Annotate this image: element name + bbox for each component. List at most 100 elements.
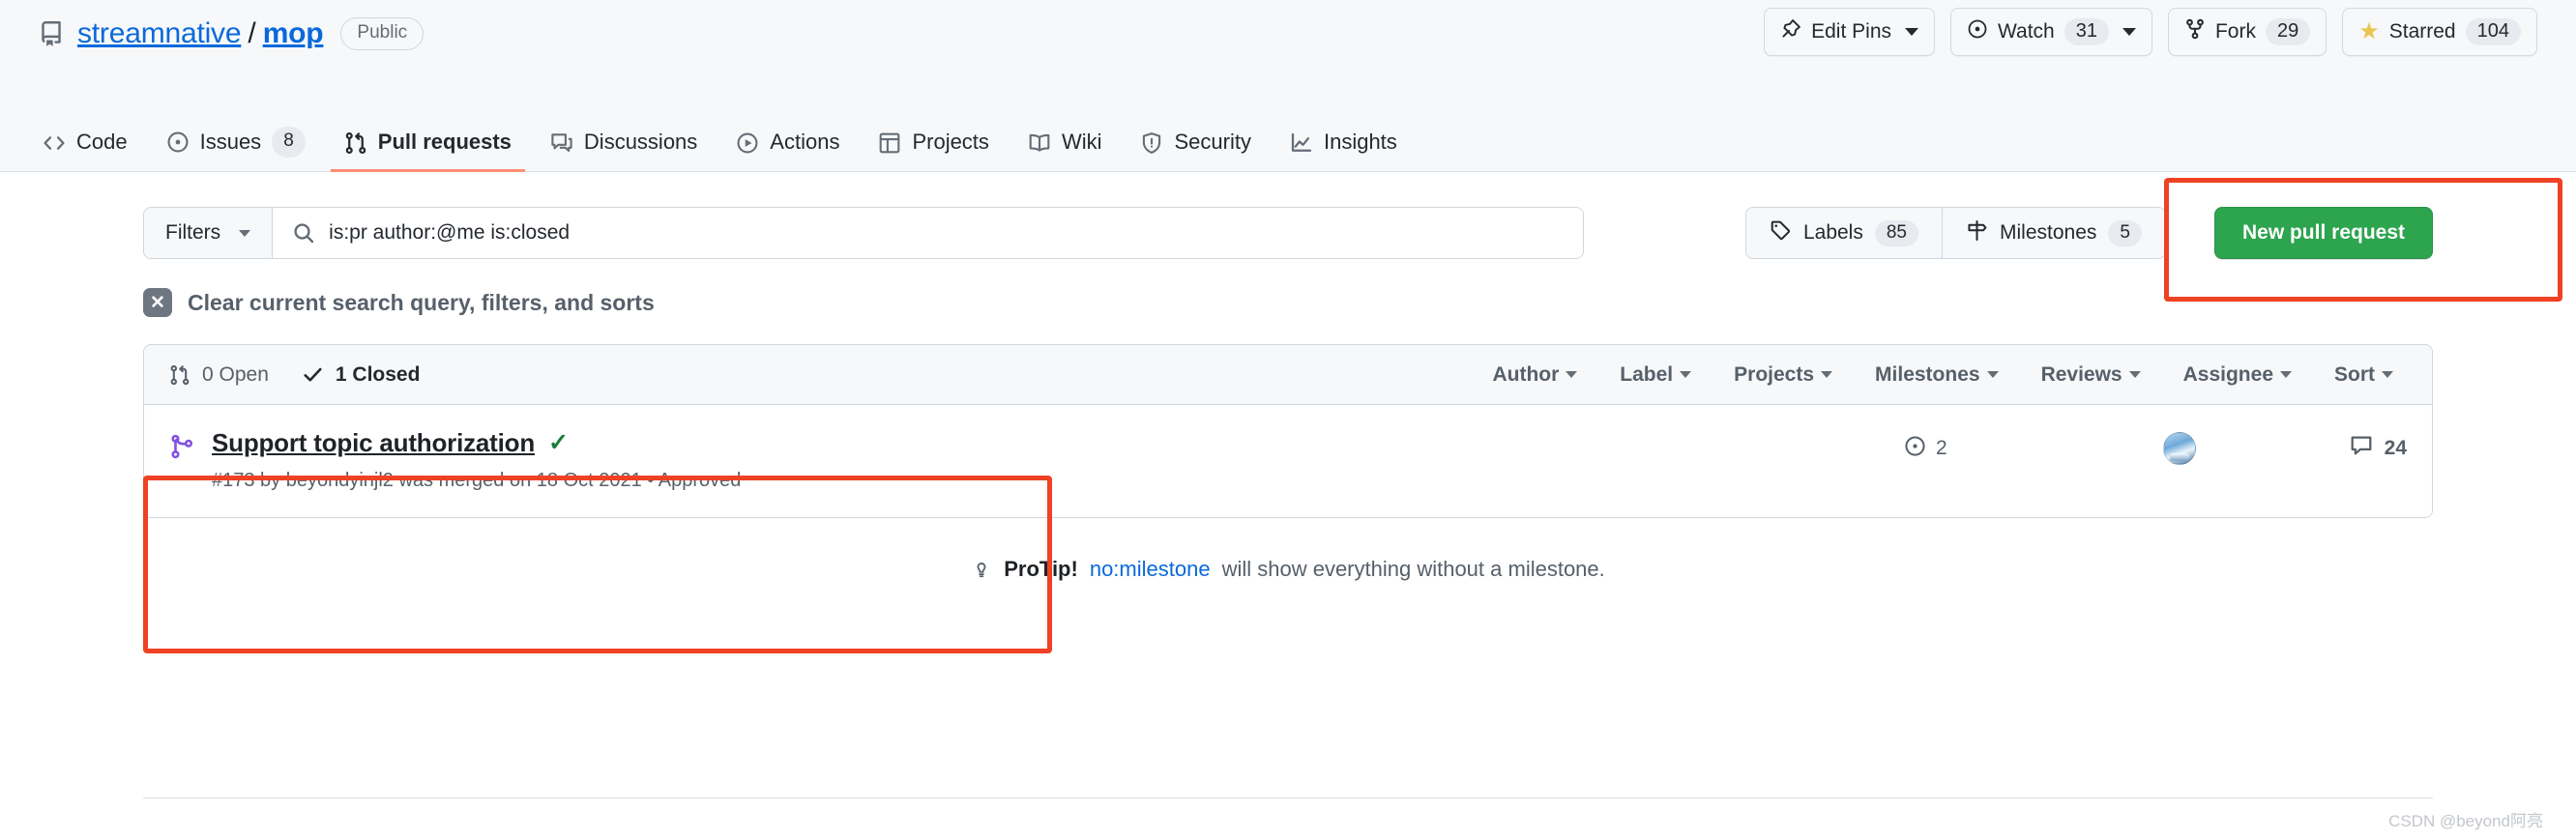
filters-label: Filters [165, 221, 220, 245]
git-pull-request-icon [169, 364, 190, 386]
new-pull-request-button[interactable]: New pull request [2214, 207, 2433, 259]
linked-tasks[interactable]: 2 [1904, 435, 2088, 463]
nav-label-actions: Actions [770, 128, 839, 158]
closed-state-label: 1 Closed [336, 363, 421, 387]
projects-dropdown-label: Projects [1734, 363, 1814, 387]
nav-tab-security[interactable]: Security [1127, 116, 1264, 172]
assignee-dropdown-label: Assignee [2183, 363, 2273, 387]
chevron-down-icon [2129, 371, 2141, 378]
nav-label-code: Code [76, 128, 128, 158]
nav-label-insights: Insights [1324, 128, 1397, 158]
repository-actions: Edit Pins Watch 31 [1764, 4, 2537, 60]
graph-icon [1290, 131, 1313, 155]
search-bar: Filters [143, 207, 1584, 259]
nav-tab-code[interactable]: Code [29, 116, 141, 172]
nav-tab-projects[interactable]: Projects [864, 116, 1002, 172]
comment-discussion-icon [550, 131, 573, 155]
check-icon [302, 363, 324, 386]
closed-state-filter[interactable]: 1 Closed [302, 363, 421, 387]
protip: ProTip! no:milestone will show everythin… [143, 557, 2433, 582]
milestones-dropdown[interactable]: Milestones [1875, 363, 1999, 387]
open-state-filter[interactable]: 0 Open [169, 363, 269, 387]
repository-header: streamnative / mop Public Edit Pins W [0, 0, 2576, 172]
chevron-down-icon[interactable] [2122, 28, 2136, 36]
assignee-dropdown[interactable]: Assignee [2183, 363, 2292, 387]
fork-label: Fork [2215, 20, 2256, 43]
close-icon[interactable]: ✕ [143, 288, 172, 317]
author-dropdown-label: Author [1492, 363, 1559, 387]
labels-button[interactable]: Labels 85 [1746, 208, 1942, 258]
watch-button[interactable]: Watch 31 [1950, 8, 2152, 56]
code-icon [43, 131, 66, 155]
watermark: CSDN @beyond阿亮 [2388, 807, 2543, 831]
nav-label-security: Security [1174, 128, 1250, 158]
nav-tab-insights[interactable]: Insights [1276, 116, 1411, 172]
pull-request-title-link[interactable]: Support topic authorization [212, 428, 535, 458]
footer-divider [143, 797, 2433, 798]
comment-icon [2350, 434, 2373, 463]
search-field[interactable] [273, 208, 1583, 258]
git-pull-request-icon [344, 131, 367, 155]
filters-dropdown-button[interactable]: Filters [144, 208, 273, 258]
repo-owner-link[interactable]: streamnative [77, 17, 241, 50]
milestone-icon [1966, 219, 1988, 247]
watch-label: Watch [1998, 20, 2055, 43]
edit-pins-button[interactable]: Edit Pins [1764, 8, 1935, 56]
milestones-label: Milestones [2000, 221, 2096, 245]
search-input[interactable] [329, 221, 1564, 245]
starred-button[interactable]: ★ Starred 104 [2342, 8, 2537, 56]
reviews-dropdown-label: Reviews [2041, 363, 2122, 387]
nav-tab-actions[interactable]: Actions [722, 116, 853, 172]
nav-tab-issues[interactable]: Issues 8 [153, 115, 319, 172]
book-icon [1028, 131, 1051, 155]
table-row[interactable]: Support topic authorization ✓ #173 by be… [144, 405, 2432, 517]
sort-dropdown[interactable]: Sort [2334, 363, 2393, 387]
watch-count: 31 [2064, 18, 2109, 45]
chevron-down-icon [1821, 371, 1832, 378]
milestones-count: 5 [2108, 220, 2142, 246]
chevron-down-icon [1680, 371, 1691, 378]
avatar[interactable] [2163, 432, 2196, 465]
checks-passed-icon: ✓ [548, 431, 569, 455]
edit-pins-label: Edit Pins [1811, 20, 1891, 43]
author-dropdown[interactable]: Author [1492, 363, 1577, 387]
projects-dropdown[interactable]: Projects [1734, 363, 1832, 387]
comment-count-link[interactable]: 24 [2271, 434, 2407, 463]
nav-tab-discussions[interactable]: Discussions [537, 116, 711, 172]
chevron-down-icon[interactable] [1905, 28, 1918, 36]
eye-icon [1967, 18, 1988, 45]
reviews-dropdown[interactable]: Reviews [2041, 363, 2141, 387]
right-controls: Labels 85 Milestones 5 New pull request [1745, 207, 2433, 259]
nav-tab-pull-requests[interactable]: Pull requests [331, 116, 525, 172]
open-state-label: 0 Open [202, 363, 269, 387]
chevron-down-icon [239, 230, 250, 237]
fork-button[interactable]: Fork 29 [2168, 8, 2327, 56]
search-icon [292, 221, 315, 245]
tag-icon [1770, 219, 1792, 247]
fork-count: 29 [2266, 18, 2310, 45]
nav-label-pull-requests: Pull requests [378, 128, 512, 158]
milestones-button[interactable]: Milestones 5 [1942, 208, 2165, 258]
label-dropdown[interactable]: Label [1620, 363, 1691, 387]
nav-count-issues: 8 [272, 127, 306, 158]
starred-count: 104 [2466, 18, 2521, 45]
table-icon [878, 131, 901, 155]
repo-name-link[interactable]: mop [263, 17, 324, 50]
labels-count: 85 [1875, 220, 1918, 246]
filter-row: Filters [143, 207, 2433, 259]
labels-milestones-group: Labels 85 Milestones 5 [1745, 207, 2166, 259]
pull-request-list: 0 Open 1 Closed Author Labe [143, 344, 2433, 518]
clear-search-label[interactable]: Clear current search query, filters, and… [188, 290, 655, 316]
pull-request-title-line: Support topic authorization ✓ [212, 428, 1904, 458]
protip-link[interactable]: no:milestone [1090, 557, 1211, 582]
clear-search-row[interactable]: ✕ Clear current search query, filters, a… [143, 288, 2433, 317]
starred-label: Starred [2389, 20, 2456, 43]
nav-tab-wiki[interactable]: Wiki [1014, 116, 1116, 172]
star-icon: ★ [2358, 20, 2380, 43]
git-merge-icon [169, 434, 194, 459]
nav-label-projects: Projects [912, 128, 988, 158]
repository-nav: Code Issues 8 [29, 115, 1411, 171]
play-icon [736, 131, 759, 155]
chevron-down-icon [2382, 371, 2393, 378]
linked-tasks-count: 2 [1936, 437, 1947, 460]
